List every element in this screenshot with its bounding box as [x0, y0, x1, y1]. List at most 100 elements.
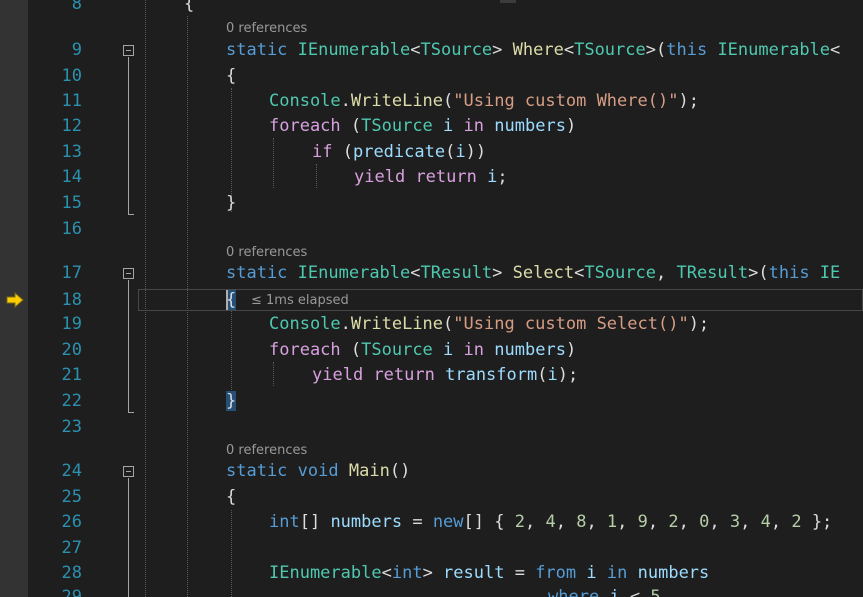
code-token: 5	[650, 587, 661, 597]
line-number: 21	[61, 365, 82, 385]
code-line[interactable]: static IEnumerable<TSource> Where<TSourc…	[226, 39, 840, 61]
line-number: 28	[61, 563, 82, 583]
code-line[interactable]: if (predicate(i))	[312, 141, 486, 163]
code-line[interactable]: static IEnumerable<TResult> Select<TSour…	[226, 262, 840, 284]
code-line[interactable]: yield return transform(i);	[312, 364, 578, 386]
code-token: i	[547, 365, 558, 385]
line-number: 23	[61, 417, 82, 437]
code-token: <	[410, 40, 421, 60]
code-token: [] {	[463, 512, 515, 532]
codelens-references[interactable]: 0 references	[226, 21, 307, 37]
code-token: static	[226, 40, 288, 60]
code-line[interactable]: Console.WriteLine("Using custom Select()…	[269, 313, 709, 335]
perf-tip[interactable]: ≤ 1ms elapsed	[251, 293, 349, 309]
code-token: <	[830, 40, 841, 60]
code-token: .	[340, 314, 351, 334]
code-line[interactable]: foreach (TSource i in numbers)	[269, 339, 576, 361]
code-token: Console	[269, 91, 341, 111]
code-token: static	[226, 263, 288, 283]
code-token: Select	[512, 263, 575, 283]
indent-guide	[273, 138, 274, 188]
code-token: in	[463, 340, 485, 360]
code-token: }	[226, 391, 237, 411]
code-line[interactable]: {	[226, 65, 236, 87]
code-token: i	[586, 563, 597, 583]
fold-guide	[128, 280, 129, 413]
code-token: =	[504, 563, 536, 583]
indent-guide	[316, 164, 317, 188]
code-token: i	[487, 167, 498, 187]
code-token: this	[768, 263, 810, 283]
code-token: ,	[647, 512, 669, 532]
codelens-references[interactable]: 0 references	[226, 245, 307, 261]
line-number: 26	[61, 512, 82, 532]
code-token: 3	[729, 512, 741, 532]
code-token: yield	[312, 365, 364, 385]
line-number: 16	[61, 219, 82, 239]
code-token: foreach	[269, 340, 341, 360]
code-token: IEnumerable	[269, 563, 382, 583]
indicator-margin[interactable]	[0, 0, 28, 597]
code-token: numbers	[494, 340, 566, 360]
code-token: 1	[606, 512, 618, 532]
code-token: );	[688, 314, 710, 334]
collapse-icon[interactable]	[123, 466, 134, 477]
code-token: );	[557, 365, 579, 385]
code-token: int	[269, 512, 300, 532]
code-editor[interactable]: 8 9 10 11 12 13 14 15 16 17 18 19 20 21 22 23 24 25 26 27 28…	[0, 0, 863, 597]
line-number: 24	[61, 461, 82, 481]
code-token: {	[184, 0, 195, 14]
code-token: return	[415, 167, 477, 187]
codelens-references[interactable]: 0 references	[226, 443, 307, 459]
code-token: TSource	[361, 340, 433, 360]
code-line[interactable]: Console.WriteLine("Using custom Where()"…	[269, 90, 699, 112]
code-line[interactable]: int[] numbers = new[] { 2, 4, 8, 1, 9, 2…	[269, 511, 832, 533]
code-line[interactable]: static void Main()	[226, 460, 410, 482]
code-token: this	[666, 40, 708, 60]
code-token: <	[563, 40, 575, 60]
code-line[interactable]: where i < 5	[548, 586, 661, 597]
collapse-icon[interactable]	[123, 268, 134, 279]
code-token: i	[609, 587, 620, 597]
code-token: ))	[465, 142, 487, 162]
code-token: 2	[668, 512, 679, 532]
code-token: <	[574, 263, 585, 283]
code-token: IEnumerable	[717, 40, 831, 60]
code-line[interactable]: {	[184, 0, 194, 15]
code-token: ,	[555, 512, 577, 532]
code-token: ()	[389, 461, 411, 481]
collapse-icon[interactable]	[123, 45, 134, 56]
code-token: =	[402, 512, 433, 532]
code-token: (	[537, 365, 548, 385]
code-token: Console	[269, 314, 341, 334]
line-number: 29	[61, 587, 82, 597]
code-token: WriteLine	[350, 91, 444, 111]
code-token: >	[492, 40, 513, 60]
code-token: from	[535, 563, 577, 583]
code-line[interactable]: IEnumerable<int> result = from i in numb…	[269, 562, 709, 584]
code-token: where	[548, 587, 600, 597]
code-line[interactable]: {	[226, 486, 236, 508]
code-token: };	[801, 512, 833, 532]
code-token: TResult	[420, 263, 493, 283]
line-number: 17	[61, 263, 82, 283]
code-token: numbers	[637, 563, 710, 583]
code-line[interactable]: foreach (TSource i in numbers)	[269, 115, 576, 137]
code-token: Main	[348, 461, 390, 481]
code-line[interactable]: }	[226, 192, 236, 214]
code-token: ,	[709, 512, 730, 532]
code-token: ,	[524, 512, 546, 532]
code-line[interactable]: yield return i;	[354, 166, 508, 188]
code-line[interactable]: }	[226, 390, 237, 412]
code-token: if	[312, 142, 333, 162]
